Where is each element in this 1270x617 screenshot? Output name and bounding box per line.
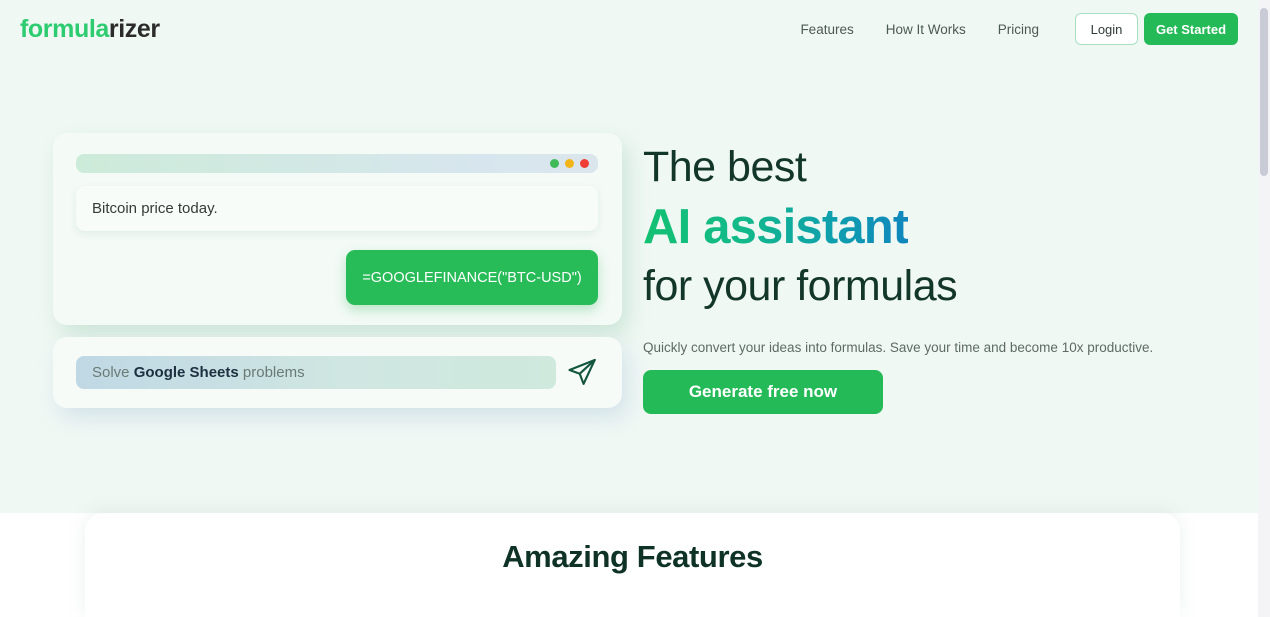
- page-canvas: formularizer Features How It Works Prici…: [0, 0, 1258, 617]
- chat-bot-message: =GOOGLEFINANCE("BTC-USD"): [346, 250, 598, 305]
- features-section-card: Amazing Features: [85, 513, 1180, 617]
- site-logo[interactable]: formularizer: [20, 15, 160, 44]
- chat-user-message: Bitcoin price today.: [76, 186, 598, 231]
- chat-demo-card: Bitcoin price today. =GOOGLEFINANCE("BTC…: [53, 133, 622, 325]
- search-suffix: problems: [238, 364, 305, 381]
- hero-subtitle: Quickly convert your ideas into formulas…: [643, 340, 1154, 355]
- nav-link-features[interactable]: Features: [790, 22, 869, 37]
- hero-line-1: The best: [643, 143, 807, 191]
- nav-link-pricing[interactable]: Pricing: [982, 22, 1055, 37]
- main-navigation: Features How It Works Pricing Login Get …: [790, 13, 1238, 45]
- search-input[interactable]: Solve Google Sheets problems: [76, 356, 556, 389]
- login-button[interactable]: Login: [1075, 13, 1138, 45]
- get-started-button[interactable]: Get Started: [1144, 13, 1238, 45]
- page-scrollbar-track[interactable]: [1258, 0, 1270, 617]
- window-dot-yellow-icon: [565, 159, 574, 168]
- window-dot-red-icon: [580, 159, 589, 168]
- chat-bot-message-text: =GOOGLEFINANCE("BTC-USD"): [362, 269, 582, 286]
- nav-link-how-it-works[interactable]: How It Works: [870, 22, 982, 37]
- mock-window-titlebar: [76, 154, 598, 173]
- send-paper-plane-icon[interactable]: [565, 355, 599, 389]
- generate-free-now-button[interactable]: Generate free now: [643, 370, 883, 414]
- logo-accent-text: formula: [20, 14, 109, 43]
- hero-heading-block: The best AI assistant for your formulas: [643, 143, 1163, 310]
- logo-rest-text: rizer: [108, 14, 160, 43]
- search-highlight: Google Sheets: [133, 364, 239, 381]
- window-dot-green-icon: [550, 159, 559, 168]
- hero-line-2-gradient: AI assistant: [643, 197, 909, 258]
- hero-line-3: for your formulas: [643, 261, 958, 310]
- search-input-text: Solve Google Sheets problems: [92, 364, 305, 381]
- features-section-title: Amazing Features: [502, 539, 763, 574]
- chat-user-message-text: Bitcoin price today.: [92, 200, 218, 217]
- site-header: formularizer Features How It Works Prici…: [0, 0, 1258, 58]
- search-demo-card: Solve Google Sheets problems: [53, 337, 622, 408]
- page-scrollbar-thumb[interactable]: [1260, 8, 1268, 176]
- search-prefix: Solve: [92, 364, 134, 381]
